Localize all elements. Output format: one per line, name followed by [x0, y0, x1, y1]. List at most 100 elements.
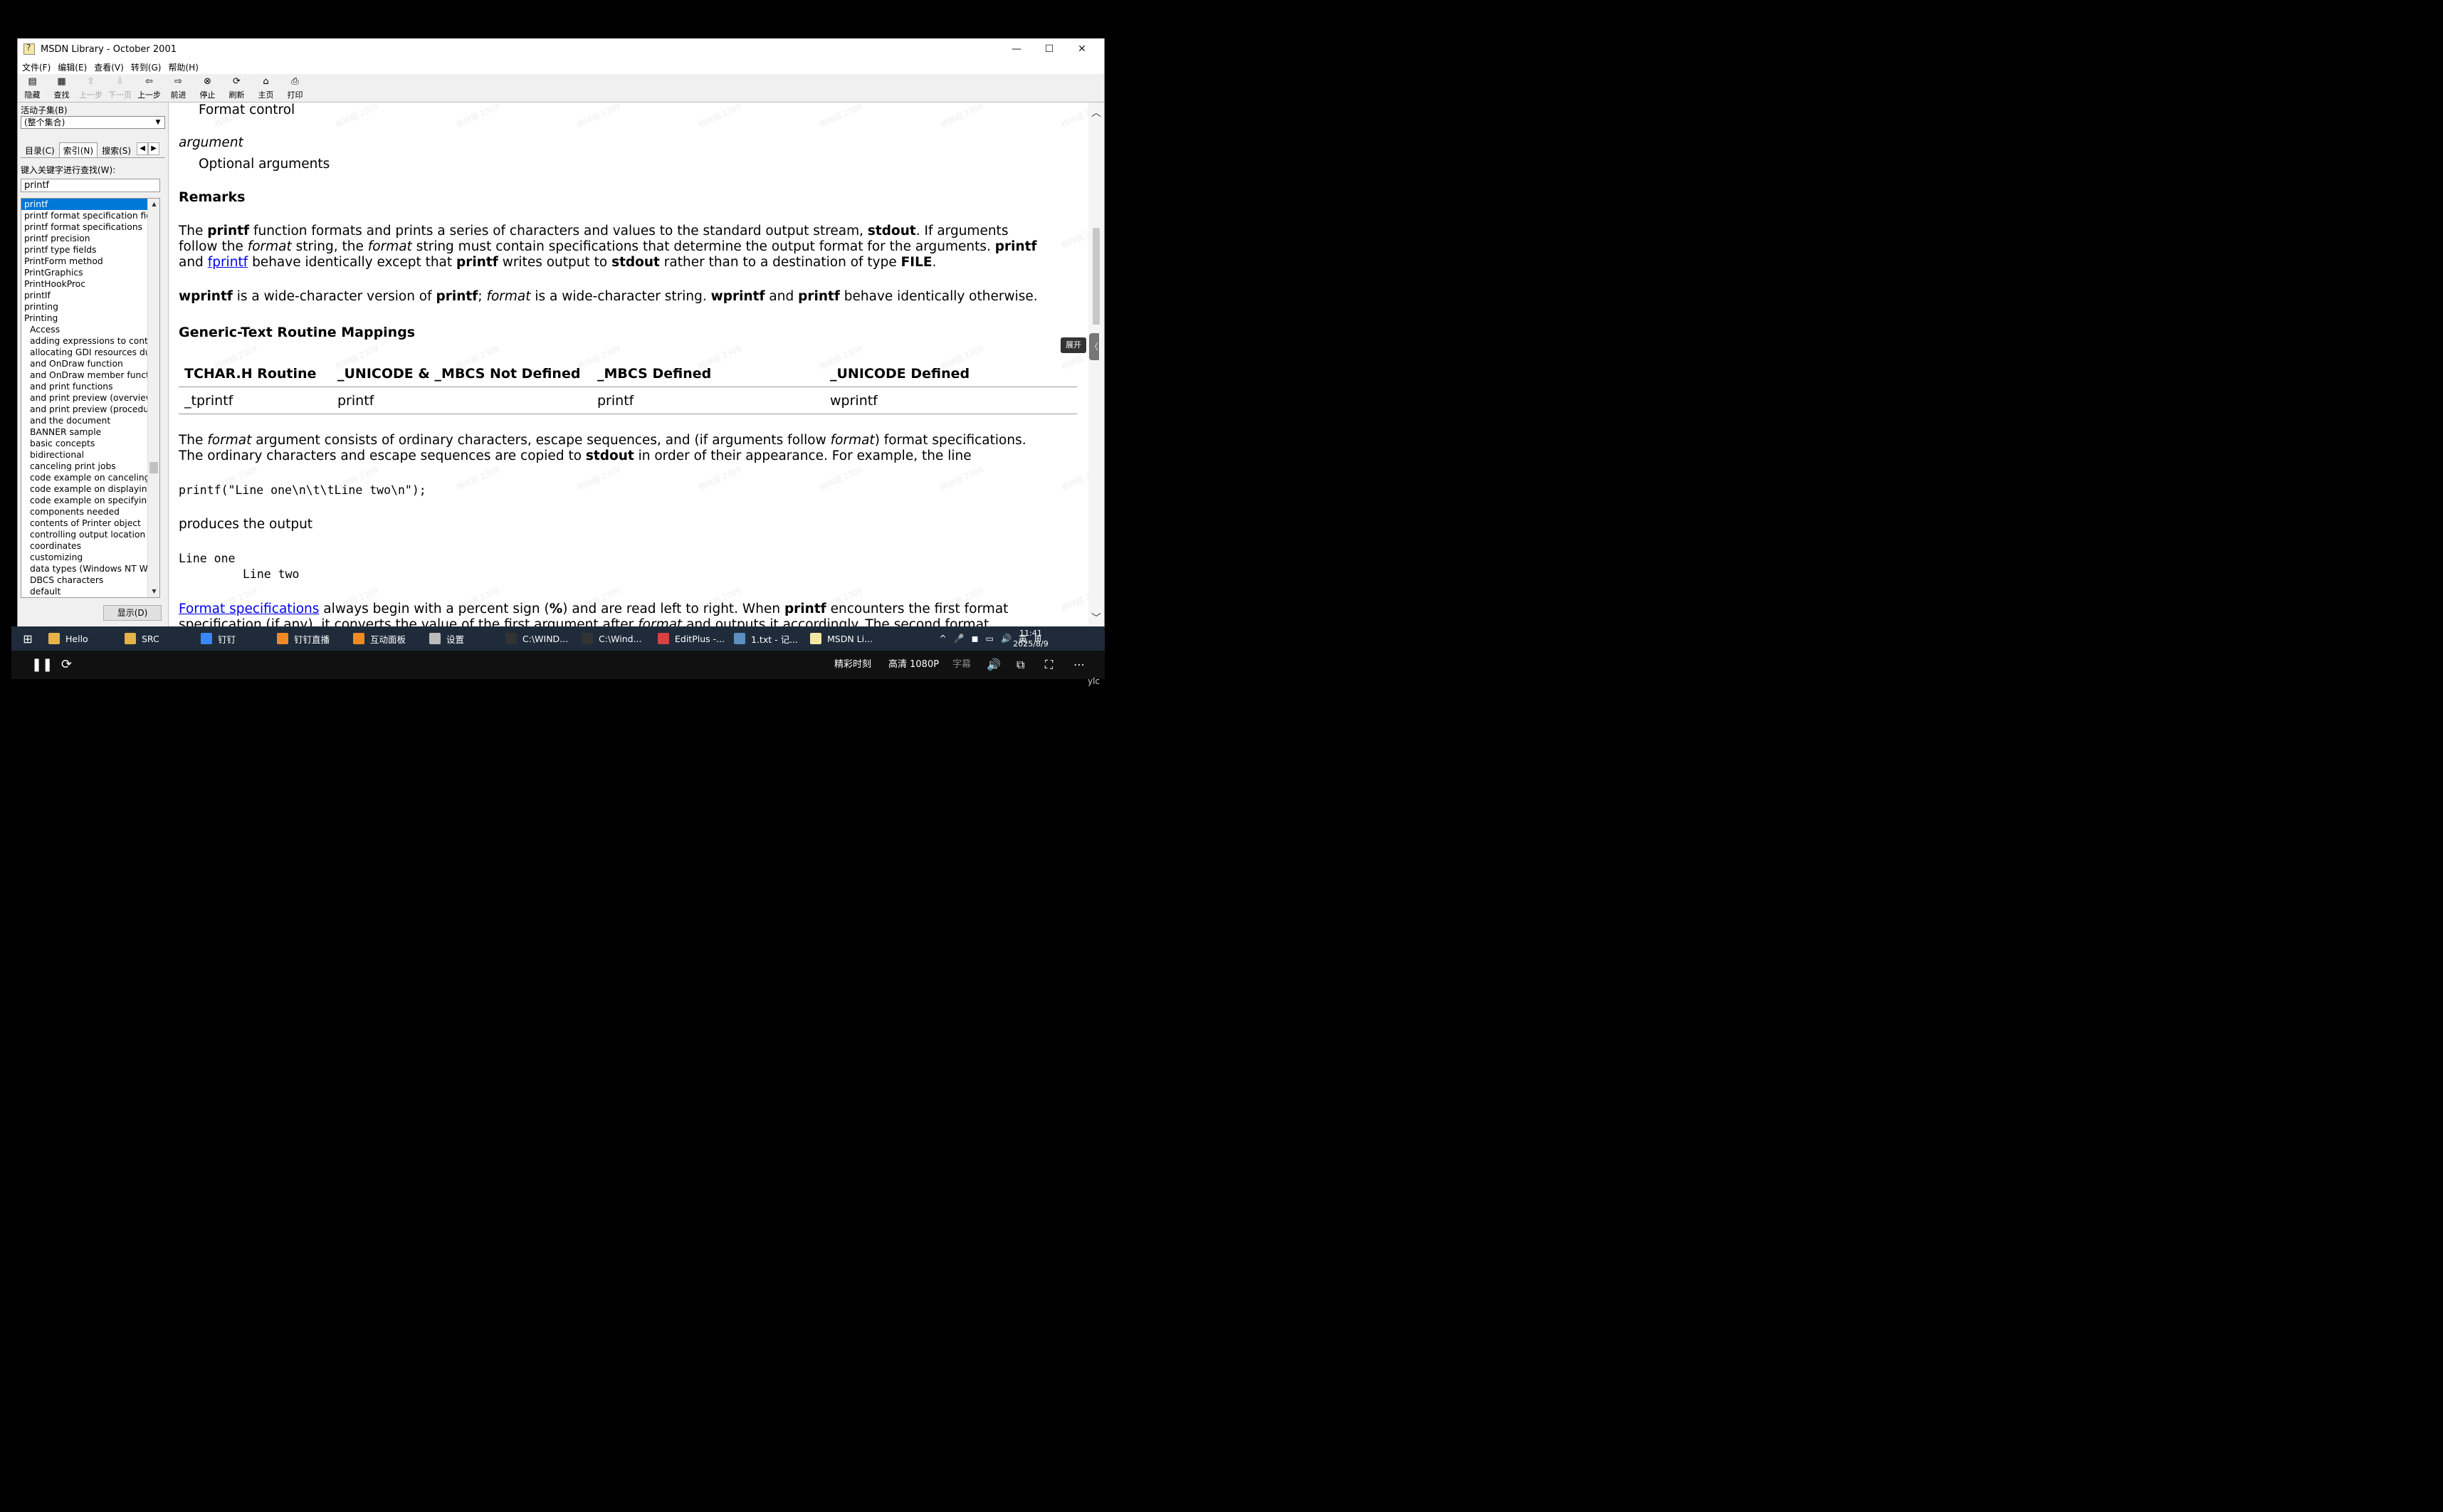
- taskbar-item[interactable]: 互动面板: [349, 626, 425, 651]
- scroll-thumb[interactable]: [149, 462, 158, 473]
- taskbar-item[interactable]: EditPlus -...: [653, 626, 730, 651]
- list-item[interactable]: coordinates: [21, 540, 148, 552]
- list-item[interactable]: default: [21, 586, 148, 597]
- taskbar-item[interactable]: Hello: [44, 626, 120, 651]
- scroll-up-icon[interactable]: ︿: [1090, 105, 1103, 120]
- volume-icon[interactable]: 🔊: [987, 651, 1001, 679]
- list-item[interactable]: PrintHookProc: [21, 278, 148, 290]
- list-item[interactable]: and print functions: [21, 381, 148, 392]
- scroll-thumb[interactable]: [1093, 228, 1100, 325]
- pip-icon[interactable]: ⧉: [1016, 651, 1024, 679]
- menu-goto[interactable]: 转到(G): [131, 61, 162, 73]
- list-item[interactable]: data types (Windows NT Wo: [21, 563, 148, 574]
- microphone-icon[interactable]: 🎤: [954, 634, 965, 644]
- replay-icon[interactable]: ⟳: [61, 651, 72, 679]
- list-item[interactable]: printf precision: [21, 233, 148, 244]
- keyword-input[interactable]: printf: [21, 179, 160, 192]
- menu-view[interactable]: 查看(V): [94, 61, 124, 73]
- tab-index[interactable]: 索引(N): [58, 142, 98, 157]
- toolbar-button-0[interactable]: ▤ 隐藏: [18, 73, 47, 102]
- taskbar-item[interactable]: 1.txt - 记...: [730, 626, 806, 651]
- tab-contents[interactable]: 目录(C): [21, 142, 59, 157]
- menu-edit[interactable]: 编辑(E): [58, 61, 87, 73]
- list-item[interactable]: code example on specifying: [21, 495, 148, 506]
- index-scrollbar[interactable]: ▲ ▼: [147, 199, 159, 597]
- security-icon[interactable]: ◼: [972, 634, 979, 644]
- list-item[interactable]: allocating GDI resources dur: [21, 347, 148, 358]
- taskbar-item[interactable]: C:\Wind...: [577, 626, 653, 651]
- list-item[interactable]: printf format specification fiel: [21, 210, 148, 221]
- subset-select[interactable]: (整个集合) ▼: [21, 116, 165, 129]
- pause-icon[interactable]: ❚❚: [31, 651, 53, 679]
- expand-handle-icon[interactable]: 〈: [1089, 333, 1099, 360]
- toolbar-button-8[interactable]: ⌂ 主页: [251, 73, 280, 102]
- toolbar-button-7[interactable]: ⟳ 刷新: [222, 73, 251, 102]
- taskbar-item[interactable]: 钉钉直播: [273, 626, 349, 651]
- list-item[interactable]: printing: [21, 301, 148, 313]
- toolbar-button-2[interactable]: ⇧ 上一步: [76, 73, 105, 102]
- list-item[interactable]: components needed: [21, 506, 148, 518]
- list-item[interactable]: bidirectional: [21, 449, 148, 461]
- topic-link[interactable]: fprintf: [208, 255, 248, 270]
- minimize-button[interactable]: —: [1000, 38, 1033, 60]
- taskbar-item[interactable]: MSDN Li...: [806, 626, 882, 651]
- list-item[interactable]: and the document: [21, 415, 148, 426]
- resolution-selector[interactable]: 高清 1080P: [888, 651, 939, 679]
- list-item[interactable]: and OnDraw function: [21, 358, 148, 369]
- menu-file[interactable]: 文件(F): [22, 61, 51, 73]
- taskbar-item[interactable]: 设置: [425, 626, 501, 651]
- network-icon[interactable]: ▭: [986, 634, 994, 644]
- list-item[interactable]: printf format specifications: [21, 221, 148, 233]
- taskbar-item[interactable]: SRC: [120, 626, 196, 651]
- list-item[interactable]: and print preview (procedur: [21, 404, 148, 415]
- list-item[interactable]: printf: [21, 199, 148, 210]
- tray-expand-icon[interactable]: ^: [940, 634, 947, 644]
- clock[interactable]: 11:41 2025/8/9: [1009, 626, 1052, 651]
- list-item[interactable]: DBCS characters: [21, 574, 148, 586]
- list-item[interactable]: BANNER sample: [21, 426, 148, 438]
- list-item[interactable]: customizing: [21, 552, 148, 563]
- list-item[interactable]: Access: [21, 324, 148, 335]
- scroll-up-icon[interactable]: ▲: [148, 199, 159, 210]
- show-button[interactable]: 显示(D): [103, 605, 162, 621]
- list-item[interactable]: canceling print jobs: [21, 461, 148, 472]
- chevron-down-icon[interactable]: ▼: [153, 117, 163, 127]
- topic-link[interactable]: Format specifications: [179, 602, 319, 616]
- toolbar-button-5[interactable]: ⇨ 前进: [164, 73, 193, 102]
- maximize-button[interactable]: ☐: [1033, 38, 1066, 60]
- tab-scroll-right-icon[interactable]: ▶: [148, 142, 160, 155]
- content-scrollbar[interactable]: ︿ ﹀: [1088, 103, 1104, 626]
- tab-scroll-left-icon[interactable]: ◀: [137, 142, 149, 155]
- list-item[interactable]: adding expressions to contr: [21, 335, 148, 347]
- more-options-icon[interactable]: ⋯: [1073, 651, 1085, 679]
- taskbar-item[interactable]: C:\WIND...: [501, 626, 577, 651]
- list-item[interactable]: and OnDraw member functic: [21, 369, 148, 381]
- list-item[interactable]: basic concepts: [21, 438, 148, 449]
- index-list[interactable]: printf printf format specification fiel pr…: [21, 198, 160, 598]
- toolbar-button-6[interactable]: ⊗ 停止: [193, 73, 222, 102]
- toolbar-button-1[interactable]: ▦ 查找: [47, 73, 76, 102]
- menu-help[interactable]: 帮助(H): [168, 61, 198, 73]
- toolbar-button-4[interactable]: ⇦ 上一步: [135, 73, 164, 102]
- subtitle-toggle[interactable]: 字幕: [952, 651, 971, 679]
- list-item[interactable]: code example on canceling p: [21, 472, 148, 483]
- toolbar-button-9[interactable]: ⎙ 打印: [280, 73, 310, 102]
- list-item[interactable]: contents of Printer object: [21, 518, 148, 529]
- list-item[interactable]: code example on displaying: [21, 483, 148, 495]
- close-button[interactable]: ✕: [1066, 38, 1098, 60]
- windows-start-icon[interactable]: ⊞: [11, 626, 44, 651]
- list-item[interactable]: and print preview (overview): [21, 392, 148, 404]
- fullscreen-icon[interactable]: ⛶: [1045, 651, 1053, 679]
- list-item[interactable]: printf type fields: [21, 244, 148, 256]
- highlights-label[interactable]: 精彩时刻: [834, 651, 871, 679]
- list-item[interactable]: PrintForm method: [21, 256, 148, 267]
- list-item[interactable]: PrintGraphics: [21, 267, 148, 278]
- scroll-down-icon[interactable]: ﹀: [1090, 611, 1103, 625]
- list-item[interactable]: Printing: [21, 313, 148, 324]
- list-item[interactable]: controlling output location: [21, 529, 148, 540]
- expand-tag[interactable]: 展开: [1061, 337, 1086, 353]
- toolbar-button-3[interactable]: ⇩ 下一页: [105, 73, 135, 102]
- taskbar-item[interactable]: 钉钉: [196, 626, 273, 651]
- tab-search[interactable]: 搜索(S): [98, 142, 135, 157]
- list-item[interactable]: printIf: [21, 290, 148, 301]
